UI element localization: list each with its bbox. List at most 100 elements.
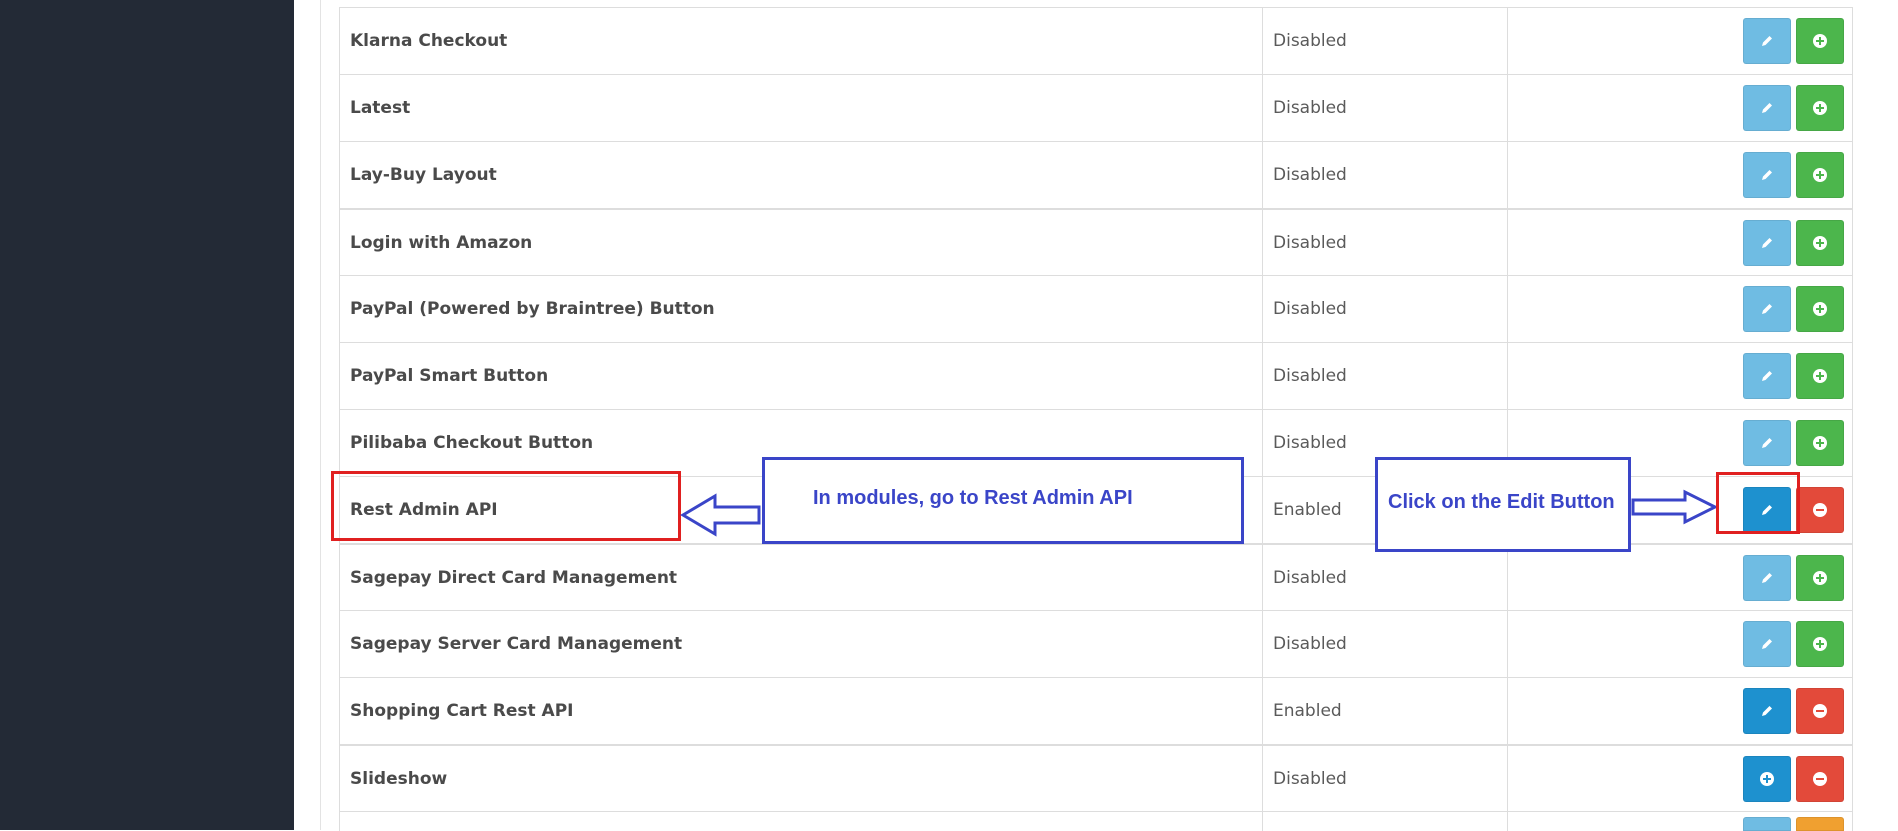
module-actions <box>1508 75 1852 141</box>
module-actions <box>1508 276 1852 342</box>
plus-circle-icon <box>1813 302 1827 316</box>
module-actions <box>1508 812 1852 831</box>
install-button[interactable] <box>1796 85 1844 131</box>
sidebar <box>0 0 294 830</box>
table-row: PayPal (Powered by Braintree) Button Disa… <box>340 275 1852 342</box>
plus-circle-icon <box>1813 235 1827 250</box>
table-row: Login with Amazon Disabled <box>340 208 1852 275</box>
edit-button[interactable] <box>1743 817 1791 831</box>
edit-button[interactable] <box>1743 152 1791 198</box>
plus-circle-icon <box>1813 637 1827 651</box>
install-button[interactable] <box>1796 18 1844 64</box>
module-status: Disabled <box>1263 611 1508 677</box>
module-actions <box>1508 343 1852 409</box>
module-actions <box>1508 8 1852 74</box>
module-name: PayPal (Powered by Braintree) Button <box>340 276 1263 342</box>
install-button[interactable] <box>1796 152 1844 198</box>
pencil-icon <box>1762 438 1772 448</box>
pencil-icon <box>1762 371 1772 381</box>
module-name: Klarna Checkout <box>340 8 1263 74</box>
edit-button[interactable] <box>1743 621 1791 667</box>
arrow-left-icon <box>680 493 761 537</box>
table-row: Latest Disabled <box>340 74 1852 141</box>
edit-button[interactable] <box>1743 420 1791 466</box>
install-button[interactable] <box>1796 621 1844 667</box>
edit-button[interactable] <box>1743 554 1791 601</box>
highlight-edit-button <box>1716 472 1800 534</box>
pencil-icon <box>1762 170 1772 180</box>
module-status: Disabled <box>1263 75 1508 141</box>
module-status: Disabled <box>1263 343 1508 409</box>
module-name: Slideshow <box>340 746 1263 811</box>
edit-button[interactable] <box>1743 18 1791 64</box>
plus-circle-icon <box>1813 101 1827 115</box>
install-button[interactable] <box>1796 554 1844 601</box>
module-actions <box>1508 678 1852 744</box>
module-name: Sagepay Direct Card Management <box>340 545 1263 610</box>
table-row: Klarna Checkout Disabled <box>340 7 1852 74</box>
table-row: Lay-Buy Layout Disabled <box>340 141 1852 208</box>
module-name: Latest <box>340 75 1263 141</box>
minus-circle-icon <box>1813 704 1827 718</box>
annotation-modules-hint: In modules, go to Rest Admin API <box>762 457 1244 544</box>
edit-button[interactable] <box>1743 688 1791 734</box>
pencil-icon <box>1762 103 1772 113</box>
annotation-edit-hint-text: Click on the Edit Button <box>1388 491 1615 513</box>
module-status: Disabled <box>1263 210 1508 275</box>
annotation-edit-hint: Click on the Edit Button <box>1375 457 1631 552</box>
install-button[interactable] <box>1796 286 1844 332</box>
install-button[interactable] <box>1796 353 1844 399</box>
module-status: Disabled <box>1263 746 1508 811</box>
uninstall-button[interactable] <box>1796 688 1844 734</box>
module-actions <box>1508 545 1852 610</box>
module-status: Disabled <box>1263 276 1508 342</box>
module-actions <box>1508 142 1852 208</box>
highlight-rest-admin-api <box>331 471 681 541</box>
table-row: Shopping Cart Rest API Enabled <box>340 677 1852 744</box>
pencil-icon <box>1762 639 1772 649</box>
module-status: Disabled <box>1263 142 1508 208</box>
module-name <box>340 812 1263 831</box>
edit-button[interactable] <box>1743 286 1791 332</box>
table-row <box>340 811 1852 831</box>
module-name: Shopping Cart Rest API <box>340 678 1263 744</box>
module-name: Login with Amazon <box>340 210 1263 275</box>
module-actions <box>1508 210 1852 275</box>
edit-button[interactable] <box>1743 353 1791 399</box>
table-row: Sagepay Server Card Management Disabled <box>340 610 1852 677</box>
panel-edge <box>320 0 321 830</box>
edit-button[interactable] <box>1743 219 1791 266</box>
module-name: Lay-Buy Layout <box>340 142 1263 208</box>
uninstall-button[interactable] <box>1796 487 1844 533</box>
install-button[interactable] <box>1796 420 1844 466</box>
module-name: Sagepay Server Card Management <box>340 611 1263 677</box>
pencil-icon <box>1762 237 1772 248</box>
module-name: PayPal Smart Button <box>340 343 1263 409</box>
uninstall-button[interactable] <box>1796 755 1844 802</box>
pencil-icon <box>1762 706 1772 716</box>
warning-button[interactable] <box>1796 817 1844 831</box>
plus-circle-icon <box>1813 168 1827 182</box>
install-button[interactable] <box>1796 219 1844 266</box>
edit-button[interactable] <box>1743 85 1791 131</box>
minus-circle-icon <box>1813 503 1827 517</box>
modules-table: Klarna Checkout Disabled Latest Disabled Lay… <box>339 7 1853 831</box>
module-status: Enabled <box>1263 678 1508 744</box>
arrow-right-icon <box>1631 489 1719 525</box>
annotation-modules-hint-text: In modules, go to Rest Admin API <box>813 487 1133 509</box>
minus-circle-icon <box>1813 771 1827 786</box>
plus-circle-icon <box>1813 34 1827 48</box>
plus-circle-icon <box>1813 369 1827 383</box>
pencil-icon <box>1762 36 1772 46</box>
install-button[interactable] <box>1743 755 1791 802</box>
module-status: Disabled <box>1263 545 1508 610</box>
table-row: Sagepay Direct Card Management Disabled <box>340 543 1852 610</box>
pencil-icon <box>1762 304 1772 314</box>
plus-circle-icon <box>1813 436 1827 450</box>
pencil-icon <box>1762 572 1772 583</box>
module-actions <box>1508 611 1852 677</box>
module-status: Disabled <box>1263 8 1508 74</box>
module-actions <box>1508 746 1852 811</box>
plus-circle-icon <box>1760 771 1774 786</box>
plus-circle-icon <box>1813 570 1827 585</box>
